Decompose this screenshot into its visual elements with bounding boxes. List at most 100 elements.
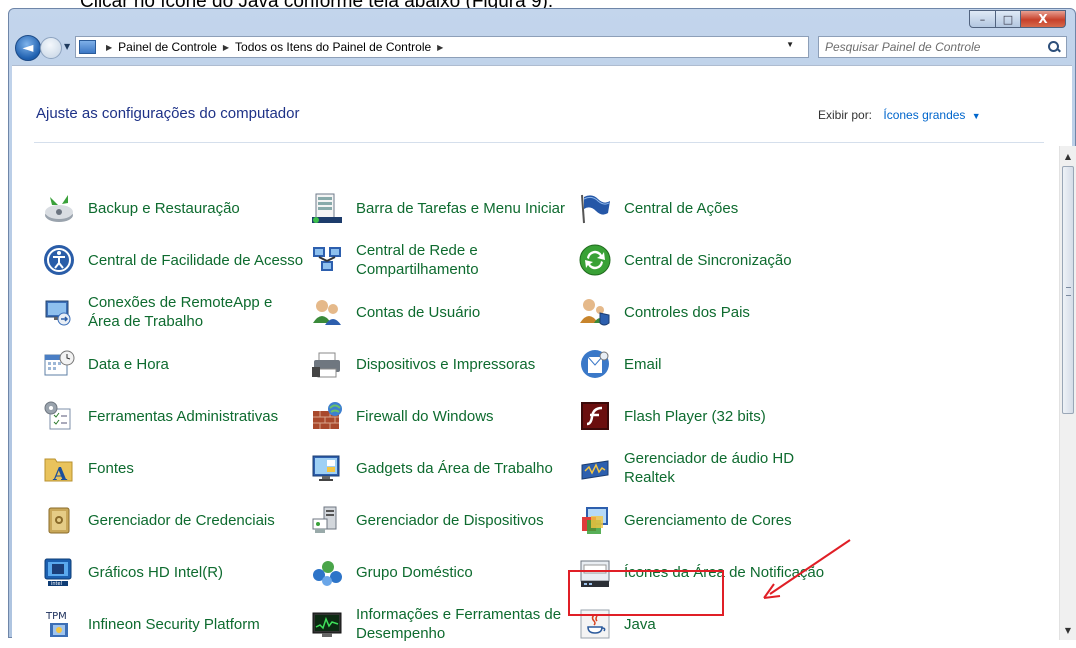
flash-icon [578, 399, 612, 433]
remoteapp-icon [42, 295, 76, 329]
item-network[interactable]: Central de Rede e Compartilhamento [310, 236, 572, 284]
admin-tools-icon [42, 399, 76, 433]
item-label[interactable]: Email [624, 355, 662, 374]
item-intel-graphics[interactable]: intel Gráficos HD Intel(R) [42, 548, 304, 596]
item-fonts[interactable]: A Fontes [42, 444, 304, 492]
item-label[interactable]: Grupo Doméstico [356, 563, 473, 582]
scroll-up-icon[interactable]: ▲ [1060, 148, 1076, 164]
view-by-dropdown[interactable]: Ícones grandes [883, 108, 965, 122]
item-infineon[interactable]: TPM Infineon Security Platform [42, 600, 304, 648]
red-arrow-annotation [763, 539, 851, 599]
item-credential-manager[interactable]: Gerenciador de Credenciais [42, 496, 304, 544]
performance-icon [310, 607, 344, 641]
vertical-scrollbar[interactable]: ▲ ▼ [1059, 146, 1076, 640]
item-homegroup[interactable]: Grupo Doméstico [310, 548, 572, 596]
item-email[interactable]: Email [578, 340, 840, 388]
realtek-audio-icon [578, 451, 612, 485]
user-accounts-icon [310, 295, 344, 329]
item-label[interactable]: Gerenciador de Credenciais [88, 511, 275, 530]
item-gadgets[interactable]: Gadgets da Área de Trabalho [310, 444, 572, 492]
item-label[interactable]: Central de Ações [624, 199, 738, 218]
view-by: Exibir por: Ícones grandes ▼ [818, 108, 981, 122]
item-taskbar[interactable]: Barra de Tarefas e Menu Iniciar [310, 184, 572, 232]
search-icon[interactable] [1048, 41, 1060, 53]
view-by-label: Exibir por: [818, 108, 873, 122]
back-button[interactable]: ◄ [15, 35, 41, 61]
svg-text:A: A [52, 464, 68, 485]
item-label[interactable]: Backup e Restauração [88, 199, 240, 218]
breadcrumb-control-panel[interactable]: Painel de Controle [118, 40, 217, 54]
item-device-manager[interactable]: Gerenciador de Dispositivos [310, 496, 572, 544]
item-label[interactable]: Gerenciador de Dispositivos [356, 511, 544, 530]
parental-controls-icon [578, 295, 612, 329]
close-button[interactable]: X [1020, 10, 1066, 28]
sync-center-icon [578, 243, 612, 277]
color-management-icon [578, 503, 612, 537]
backup-icon [42, 191, 76, 225]
item-parental-controls[interactable]: Controles dos Pais [578, 288, 840, 336]
item-label[interactable]: Flash Player (32 bits) [624, 407, 766, 426]
search-box[interactable]: Pesquisar Painel de Controle [818, 36, 1067, 58]
item-label[interactable]: Dispositivos e Impressoras [356, 355, 535, 374]
scroll-thumb[interactable] [1062, 166, 1074, 414]
item-label[interactable]: Barra de Tarefas e Menu Iniciar [356, 199, 565, 218]
device-manager-icon [310, 503, 344, 537]
item-label[interactable]: Gadgets da Área de Trabalho [356, 459, 553, 478]
item-performance[interactable]: Informações e Ferramentas de Desempenho [310, 600, 572, 648]
breadcrumb-separator-icon[interactable]: ▶ [437, 43, 443, 52]
item-label[interactable]: Infineon Security Platform [88, 615, 260, 634]
item-date-time[interactable]: Data e Hora [42, 340, 304, 388]
fonts-folder-icon: A [42, 451, 76, 485]
item-remoteapp[interactable]: Conexões de RemoteApp e Área de Trabalho [42, 288, 304, 336]
firewall-icon [310, 399, 344, 433]
item-action-center[interactable]: Central de Ações [578, 184, 840, 232]
item-label[interactable]: Informações e Ferramentas de Desempenho [356, 605, 572, 643]
search-input[interactable]: Pesquisar Painel de Controle [819, 40, 1048, 54]
item-label[interactable]: Ferramentas Administrativas [88, 407, 278, 426]
navigation-bar: ◄ ▼ ▶ Painel de Controle ▶ Todos os Iten… [9, 31, 1075, 65]
item-label[interactable]: Gráficos HD Intel(R) [88, 563, 223, 582]
item-label[interactable]: Contas de Usuário [356, 303, 480, 322]
breadcrumb-separator-icon[interactable]: ▶ [106, 43, 112, 52]
item-label[interactable]: Data e Hora [88, 355, 169, 374]
item-label[interactable]: Conexões de RemoteApp e Área de Trabalho [88, 293, 304, 331]
page-title: Ajuste as configurações do computador [36, 105, 300, 122]
item-label[interactable]: Gerenciamento de Cores [624, 511, 792, 530]
network-icon [310, 243, 344, 277]
item-label[interactable]: Central de Rede e Compartilhamento [356, 241, 572, 279]
item-devices-printers[interactable]: Dispositivos e Impressoras [310, 340, 572, 388]
maximize-button[interactable]: □ [995, 10, 1021, 28]
item-admin-tools[interactable]: Ferramentas Administrativas [42, 392, 304, 440]
item-label[interactable]: Firewall do Windows [356, 407, 494, 426]
item-ease-of-access[interactable]: Central de Facilidade de Acesso [42, 236, 304, 284]
item-firewall[interactable]: Firewall do Windows [310, 392, 572, 440]
scroll-down-icon[interactable]: ▼ [1060, 622, 1076, 638]
email-icon [578, 347, 612, 381]
breadcrumb-separator-icon[interactable]: ▶ [223, 43, 229, 52]
action-center-flag-icon [578, 191, 612, 225]
address-bar[interactable]: ▶ Painel de Controle ▶ Todos os Itens do… [75, 36, 809, 58]
ease-of-access-icon [42, 243, 76, 277]
item-flash-player[interactable]: Flash Player (32 bits) [578, 392, 840, 440]
item-label[interactable]: Central de Facilidade de Acesso [88, 251, 303, 270]
item-label[interactable]: Gerenciador de áudio HD Realtek [624, 449, 840, 487]
item-realtek-audio[interactable]: Gerenciador de áudio HD Realtek [578, 444, 840, 492]
item-label[interactable]: Controles dos Pais [624, 303, 750, 322]
item-label[interactable]: Fontes [88, 459, 134, 478]
item-label[interactable]: Central de Sincronização [624, 251, 792, 270]
item-label[interactable]: Java [624, 615, 656, 634]
tpm-text: TPM [45, 611, 67, 622]
item-user-accounts[interactable]: Contas de Usuário [310, 288, 572, 336]
forward-button[interactable] [40, 37, 62, 59]
chevron-down-icon[interactable]: ▼ [972, 111, 981, 121]
address-dropdown-icon[interactable]: ▼ [786, 40, 794, 49]
scroll-grip-icon [1066, 287, 1071, 296]
minimize-button[interactable]: – [969, 10, 996, 28]
item-sync-center[interactable]: Central de Sincronização [578, 236, 840, 284]
item-backup[interactable]: Backup e Restauração [42, 184, 304, 232]
calendar-clock-icon [42, 347, 76, 381]
credential-vault-icon [42, 503, 76, 537]
recent-pages-dropdown[interactable]: ▼ [64, 42, 70, 51]
divider [34, 142, 1044, 143]
breadcrumb-all-items[interactable]: Todos os Itens do Painel de Controle [235, 40, 431, 54]
